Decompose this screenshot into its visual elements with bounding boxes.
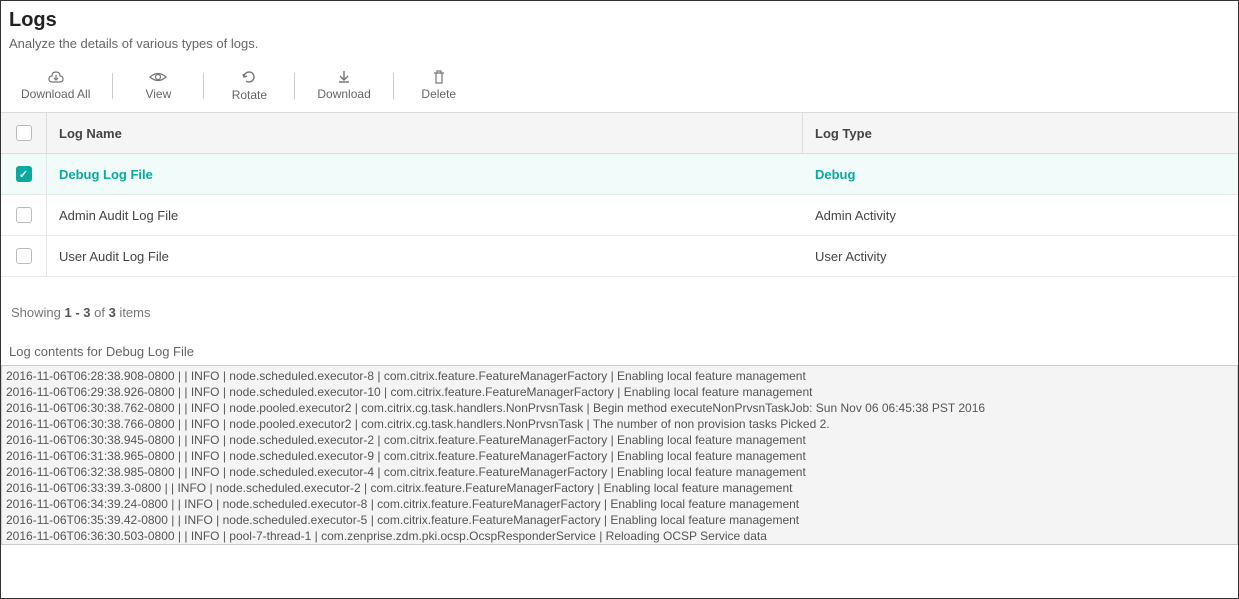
log-line: 2016-11-06T06:31:38.965-0800 | | INFO | … <box>6 448 1233 464</box>
log-line: 2016-11-06T06:36:30.503-0800 | | INFO | … <box>6 528 1233 544</box>
toolbar: Download All View Rotate Download Delete <box>1 63 1238 108</box>
checkbox-cell[interactable] <box>1 236 47 276</box>
log-line: 2016-11-06T06:35:39.42-0800 | | INFO | n… <box>6 512 1233 528</box>
log-pane-title: Log contents for Debug Log File <box>1 338 1238 365</box>
log-name-cell[interactable]: Admin Audit Log File <box>47 195 803 235</box>
pager-mid: of <box>91 305 109 320</box>
view-button[interactable]: View <box>123 70 193 101</box>
separator <box>112 73 113 99</box>
select-all-cell[interactable] <box>1 113 47 153</box>
select-all-checkbox[interactable] <box>16 125 32 141</box>
table-row[interactable]: User Audit Log FileUser Activity <box>1 236 1238 277</box>
pager-total: 3 <box>109 305 116 320</box>
download-all-button[interactable]: Download All <box>9 70 102 101</box>
download-button[interactable]: Download <box>305 70 382 101</box>
logs-table: Log Name Log Type Debug Log FileDebugAdm… <box>1 112 1238 277</box>
toolbar-label: View <box>145 87 171 101</box>
log-name-cell[interactable]: Debug Log File <box>47 154 803 194</box>
toolbar-label: Download All <box>21 87 90 101</box>
pager: Showing 1 - 3 of 3 items <box>1 277 1238 338</box>
pager-prefix: Showing <box>11 305 64 320</box>
log-name-cell[interactable]: User Audit Log File <box>47 236 803 276</box>
trash-icon <box>432 70 446 84</box>
log-line: 2016-11-06T06:34:39.24-0800 | | INFO | n… <box>6 496 1233 512</box>
column-header-name[interactable]: Log Name <box>47 113 803 153</box>
toolbar-label: Delete <box>421 87 456 101</box>
row-checkbox[interactable] <box>16 166 32 182</box>
download-icon <box>337 70 351 84</box>
column-header-type[interactable]: Log Type <box>803 113 1238 153</box>
log-line: 2016-11-06T06:28:38.908-0800 | | INFO | … <box>6 368 1233 384</box>
row-checkbox[interactable] <box>16 248 32 264</box>
delete-button[interactable]: Delete <box>404 70 474 101</box>
checkbox-cell[interactable] <box>1 195 47 235</box>
eye-icon <box>149 70 167 84</box>
table-row[interactable]: Admin Audit Log FileAdmin Activity <box>1 195 1238 236</box>
checkbox-cell[interactable] <box>1 154 47 194</box>
page-title: Logs <box>9 9 1230 32</box>
log-line: 2016-11-06T06:32:38.985-0800 | | INFO | … <box>6 464 1233 480</box>
separator <box>294 73 295 99</box>
log-line: 2016-11-06T06:30:38.762-0800 | | INFO | … <box>6 400 1233 416</box>
log-line: 2016-11-06T06:30:38.945-0800 | | INFO | … <box>6 432 1233 448</box>
cloud-download-icon <box>48 70 64 84</box>
page-subtitle: Analyze the details of various types of … <box>9 36 1230 51</box>
log-type-cell: User Activity <box>803 236 1238 276</box>
toolbar-label: Download <box>317 87 370 101</box>
separator <box>203 73 204 99</box>
pager-range: 1 - 3 <box>64 305 90 320</box>
log-line: 2016-11-06T06:29:38.926-0800 | | INFO | … <box>6 384 1233 400</box>
log-contents-pane[interactable]: 2016-11-06T06:28:38.908-0800 | | INFO | … <box>1 365 1238 545</box>
table-header-row: Log Name Log Type <box>1 113 1238 154</box>
rotate-button[interactable]: Rotate <box>214 69 284 102</box>
page-header: Logs Analyze the details of various type… <box>1 9 1238 63</box>
separator <box>393 73 394 99</box>
rotate-icon <box>241 69 257 85</box>
log-type-cell: Debug <box>803 154 1238 194</box>
log-line: 2016-11-06T06:30:38.766-0800 | | INFO | … <box>6 416 1233 432</box>
pager-suffix: items <box>116 305 151 320</box>
log-line: 2016-11-06T06:33:39.3-0800 | | INFO | no… <box>6 480 1233 496</box>
table-row[interactable]: Debug Log FileDebug <box>1 154 1238 195</box>
log-type-cell: Admin Activity <box>803 195 1238 235</box>
row-checkbox[interactable] <box>16 207 32 223</box>
toolbar-label: Rotate <box>232 88 267 102</box>
